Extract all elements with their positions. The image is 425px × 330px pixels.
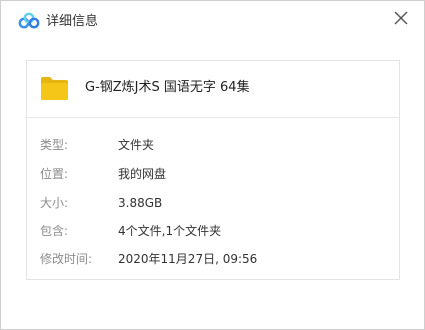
location-label: 位置:	[40, 167, 69, 181]
modified-time-value: 2020年11月27日, 09:56	[118, 252, 258, 266]
size-label: 大小:	[40, 196, 69, 210]
location-value: 我的网盘	[118, 167, 167, 181]
file-header: G-钢Z炼J术S 国语无字 64集	[27, 61, 399, 118]
modified-time-label: 修改时间:	[40, 252, 93, 266]
type-label: 类型:	[40, 138, 69, 152]
cloud-rings-logo-icon	[18, 12, 40, 30]
property-row-type: 类型: 文件夹	[27, 135, 399, 157]
file-name: G-钢Z炼J术S 国语无字 64集	[85, 80, 250, 95]
close-icon[interactable]	[390, 7, 412, 29]
title-bar: 详细信息	[1, 1, 424, 41]
folder-icon	[40, 76, 69, 101]
property-row-size: 大小: 3.88GB	[27, 193, 399, 215]
size-value: 3.88GB	[118, 196, 163, 210]
type-value: 文件夹	[118, 138, 155, 152]
property-row-location: 位置: 我的网盘	[27, 164, 399, 186]
contains-label: 包含:	[40, 224, 69, 238]
details-dialog: 详细信息 G-钢Z炼J术S 国语无字 64集 类型: 文件夹 位置: 我的网盘	[0, 0, 425, 330]
contains-value: 4个文件,1个文件夹	[118, 224, 222, 238]
dialog-title: 详细信息	[46, 14, 99, 29]
property-row-modified: 修改时间: 2020年11月27日, 09:56	[27, 249, 399, 271]
close-button[interactable]	[390, 7, 412, 29]
details-panel: G-钢Z炼J术S 国语无字 64集 类型: 文件夹 位置: 我的网盘 大小: 3…	[26, 60, 400, 280]
property-row-contains: 包含: 4个文件,1个文件夹	[27, 221, 399, 243]
